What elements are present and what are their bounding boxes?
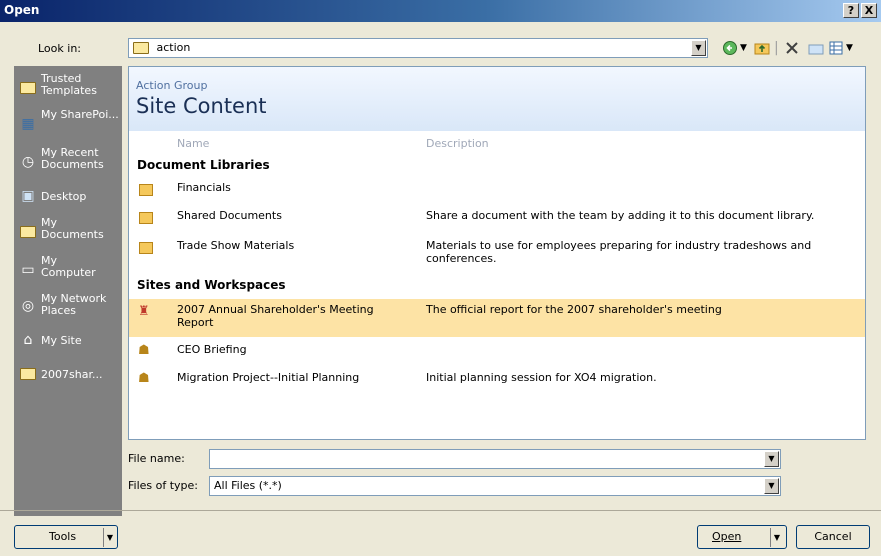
files-of-type-dropdown-arrow[interactable]: ▼ [764,478,779,494]
files-of-type-label: Files of type: [128,479,199,492]
open-button[interactable]: Open ▼ [697,525,787,549]
places-bar: Trusted Templates ▦ My SharePoi... ◷ My … [14,66,122,516]
my-site-icon: ⌂ [23,332,33,348]
column-header-name[interactable]: Name [177,137,209,150]
folder-icon [133,42,149,54]
document-library-icon [139,242,153,254]
open-dropdown-icon[interactable]: ▼ [770,528,783,547]
look-in-dropdown-arrow[interactable]: ▼ [691,40,706,56]
sharepoint-icon: ▦ [21,116,35,132]
list-item-selected[interactable]: ♜ 2007 Annual Shareholder's Meeting Repo… [129,299,865,337]
column-header-description[interactable]: Description [426,137,489,150]
section-sites-and-workspaces: Sites and Workspaces [137,278,286,292]
file-name-label: File name: [128,452,185,465]
toolbar-separator: | [774,40,779,56]
look-in-label: Look in: [38,42,81,55]
page-title: Site Content [136,94,267,118]
list-item[interactable]: ☗ CEO Briefing [129,339,865,363]
list-item[interactable]: Trade Show Materials Materials to use fo… [129,235,865,269]
tools-label: Tools [49,530,77,543]
document-library-icon [139,212,153,224]
views-icon[interactable] [828,40,844,60]
title-bar: Open ? X [0,0,881,22]
new-folder-icon[interactable] [808,40,824,60]
list-item[interactable]: Financials [129,177,865,201]
look-in-combo[interactable]: action ▼ [128,38,708,58]
section-document-libraries: Document Libraries [137,158,270,172]
delete-icon[interactable] [784,40,800,60]
file-name-dropdown-arrow[interactable]: ▼ [764,451,779,467]
back-icon[interactable] [722,40,738,60]
site-header: Action Group Site Content [129,67,865,131]
divider [0,510,881,511]
site-group-label: Action Group [136,79,208,92]
file-name-field[interactable]: ▼ [209,449,781,469]
cancel-button[interactable]: Cancel [796,525,870,549]
files-of-type-select[interactable]: All Files (*.*) ▼ [209,476,781,496]
open-label: Open [712,530,742,543]
folder-icon [19,79,37,97]
desktop-icon: ▣ [21,188,35,204]
help-button[interactable]: ? [843,3,859,18]
views-dropdown-icon[interactable]: ▼ [846,40,853,56]
site-content-panel: Action Group Site Content Name Descripti… [128,66,866,440]
list-item[interactable]: Shared Documents Share a document with t… [129,205,865,229]
up-folder-icon[interactable] [754,40,770,60]
tools-dropdown-icon[interactable]: ▼ [103,528,116,547]
site-icon: ♜ [138,304,150,319]
document-library-icon [139,184,153,196]
tools-button[interactable]: Tools ▼ [14,525,118,549]
files-of-type-value: All Files (*.*) [214,479,282,492]
recent-documents-icon: ◷ [21,154,35,170]
list-item[interactable]: ☗ Migration Project--Initial Planning In… [129,367,865,391]
folder-icon [19,365,37,383]
network-places-icon: ◎ [21,298,35,314]
workspace-icon: ☗ [138,343,150,358]
look-in-value: action [156,41,191,54]
workspace-icon: ☗ [138,371,150,386]
my-documents-icon [19,223,37,241]
close-button[interactable]: X [861,3,877,18]
computer-icon: ▭ [21,262,35,278]
back-dropdown-icon[interactable]: ▼ [740,40,747,56]
window-title: Open [4,3,40,17]
